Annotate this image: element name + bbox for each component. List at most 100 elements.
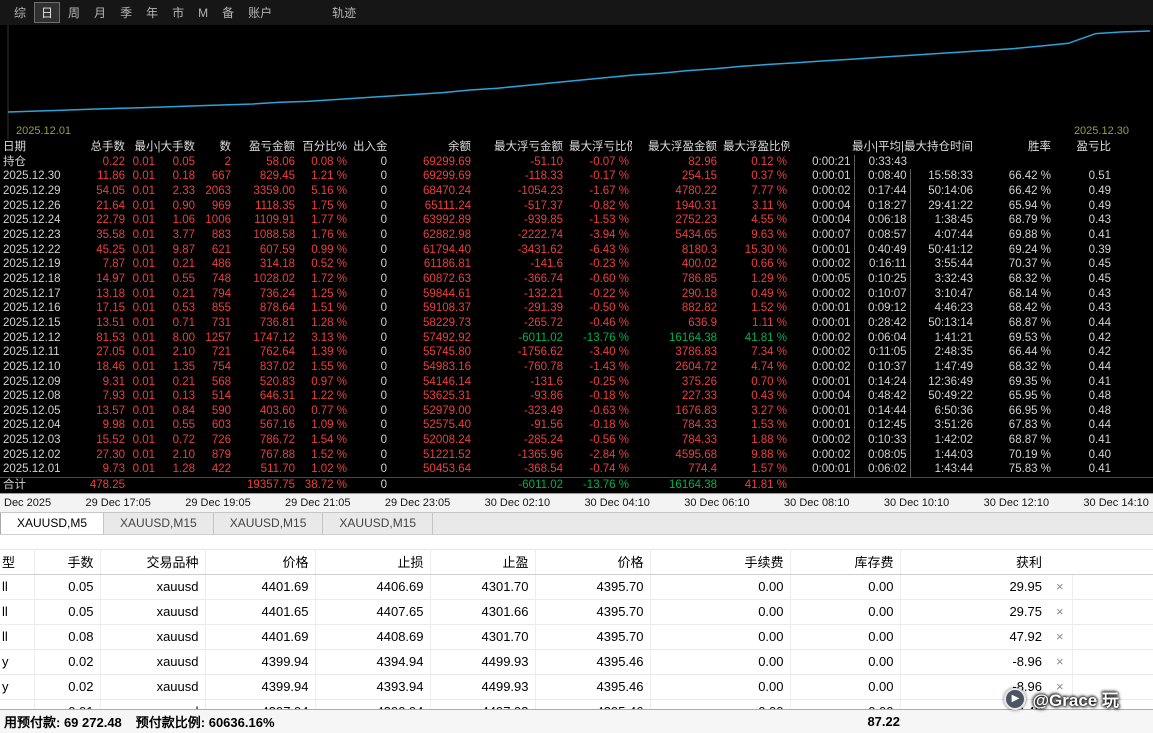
close-position-cell[interactable]: × <box>1048 624 1072 649</box>
toolbar-item-6[interactable]: 市 <box>166 3 190 22</box>
chart-tab-0[interactable]: XAUUSD,M5 <box>0 513 104 534</box>
stats-cell: 0:00:02 <box>790 448 854 463</box>
stats-cell: 0 <box>350 184 390 199</box>
stats-cell: 2025.12.09 <box>0 375 80 390</box>
stats-cell: 2 <box>198 155 234 170</box>
stats-cell: 0:00:05 <box>790 272 854 287</box>
stats-cell: 68.42 % <box>976 301 1054 316</box>
stats-cell: 0.52 % <box>298 257 350 272</box>
toolbar-item-7[interactable]: M <box>192 5 214 21</box>
daily-stats-panel: 日期总手数最小|大手数数盈亏金额百分比%出入金余额最大浮亏金额最大浮亏比例最大浮… <box>0 140 1153 493</box>
stats-cell: 829.45 <box>234 169 298 184</box>
stats-cell: 879 <box>198 448 234 463</box>
stats-cell: 69.88 % <box>976 228 1054 243</box>
stats-row-filler <box>1114 213 1153 228</box>
stats-cell: 1.51 % <box>298 301 350 316</box>
chart-tab-bar: XAUUSD,M5XAUUSD,M15XAUUSD,M15XAUUSD,M15 <box>0 513 1153 535</box>
chart-tab-3[interactable]: XAUUSD,M15 <box>323 513 433 534</box>
toolbar-item-2[interactable]: 周 <box>62 3 86 22</box>
stats-row-持仓: 持仓0.220.010.05258.060.08 %069299.69-51.1… <box>0 155 1153 170</box>
stats-cell <box>976 155 1054 170</box>
stats-cell <box>910 155 976 170</box>
stats-cell: 0:00:01 <box>790 169 854 184</box>
stats-cell: 41.81 % <box>720 478 790 493</box>
equity-chart[interactable]: 2025.12.01 2025.12.30 <box>0 25 1153 140</box>
toolbar-item-3[interactable]: 月 <box>88 3 112 22</box>
margin-used-text: 用预付款: 69 272.48 <box>4 712 122 731</box>
toolbar-item-10[interactable]: 轨迹 <box>326 3 362 22</box>
stats-cell: 54.05 <box>80 184 128 199</box>
chart-tab-2[interactable]: XAUUSD,M15 <box>214 513 324 534</box>
stats-cell <box>1054 478 1114 493</box>
stats-cell: 50:49:22 <box>910 389 976 404</box>
stats-cell: 667 <box>198 169 234 184</box>
stats-row-2025.12.08: 2025.12.087.930.010.13514646.311.22 %053… <box>0 389 1153 404</box>
close-position-cell[interactable]: × <box>1048 649 1072 674</box>
position-row-1[interactable]: ll0.05xauusd4401.654407.654301.664395.70… <box>0 599 1153 624</box>
toolbar-item-9[interactable]: 账户 <box>242 3 278 22</box>
stats-cell: 0.99 % <box>298 243 350 258</box>
toolbar-item-1[interactable]: 日 <box>34 2 60 23</box>
stats-row-2025.12.19: 2025.12.197.870.010.21486314.180.52 %061… <box>0 257 1153 272</box>
stats-cell: 0:06:02 <box>854 462 910 477</box>
close-position-icon[interactable]: × <box>1056 654 1064 669</box>
stats-cell: 0.01 <box>128 360 158 375</box>
stats-cell: 22.79 <box>80 213 128 228</box>
stats-cell: 1.57 % <box>720 462 790 477</box>
position-cell: 4395.46 <box>535 674 650 699</box>
stats-cell: 0.42 <box>1054 345 1114 360</box>
stats-cell: 0.08 % <box>298 155 350 170</box>
time-axis-label-6: 30 Dec 04:10 <box>584 497 649 509</box>
stats-cell: 762.64 <box>234 345 298 360</box>
stats-cell: 0 <box>350 389 390 404</box>
toolbar-item-8[interactable]: 备 <box>216 3 240 22</box>
stats-cell: 621 <box>198 243 234 258</box>
stats-row-filler <box>1114 433 1153 448</box>
stats-row-2025.12.09: 2025.12.099.310.010.21568520.830.97 %054… <box>0 375 1153 390</box>
position-cell: 0.00 <box>650 574 790 599</box>
stats-cell: 0:17:44 <box>854 184 910 199</box>
stats-cell: 2025.12.23 <box>0 228 80 243</box>
status-bar: 用预付款: 69 272.48 预付款比例: 60636.16% 87.22 <box>0 709 1153 733</box>
stats-cell: 0.43 <box>1054 213 1114 228</box>
toolbar-item-0[interactable]: 综 <box>8 3 32 22</box>
close-position-cell[interactable]: × <box>1048 599 1072 624</box>
close-position-icon[interactable]: × <box>1056 604 1064 619</box>
position-cell: 4395.70 <box>535 574 650 599</box>
stats-cell: 2025.12.30 <box>0 169 80 184</box>
stats-cell: 2025.12.24 <box>0 213 80 228</box>
daily-stats-table: 日期总手数最小|大手数数盈亏金额百分比%出入金余额最大浮亏金额最大浮亏比例最大浮… <box>0 140 1153 493</box>
stats-cell: 3:51:26 <box>910 418 976 433</box>
time-axis-label-7: 30 Dec 06:10 <box>684 497 749 509</box>
close-position-icon[interactable]: × <box>1056 579 1064 594</box>
chart-tab-1[interactable]: XAUUSD,M15 <box>104 513 214 534</box>
stats-cell: 0.53 <box>158 301 198 316</box>
stats-cell: 2063 <box>198 184 234 199</box>
stats-cell: 29:41:22 <box>910 199 976 214</box>
stats-cell: 1:41:21 <box>910 331 976 346</box>
stats-cell: -6011.02 <box>474 331 566 346</box>
positions-col-header-2: 交易品种 <box>100 549 205 574</box>
stats-cell: 0:00:01 <box>790 462 854 477</box>
stats-cell: 5.16 % <box>298 184 350 199</box>
close-position-icon[interactable]: × <box>1056 629 1064 644</box>
position-row-4[interactable]: y0.02xauusd4399.944393.944499.934395.460… <box>0 674 1153 699</box>
stats-cell: 0.37 % <box>720 169 790 184</box>
stats-cell: 0:00:02 <box>790 257 854 272</box>
stats-cell: 9.88 % <box>720 448 790 463</box>
close-position-cell[interactable]: × <box>1048 574 1072 599</box>
chart-start-date-label: 2025.12.01 <box>16 125 71 137</box>
position-row-3[interactable]: y0.02xauusd4399.944394.944499.934395.460… <box>0 649 1153 674</box>
toolbar-item-5[interactable]: 年 <box>140 3 164 22</box>
position-cell: 4499.93 <box>430 674 535 699</box>
position-row-2[interactable]: ll0.08xauusd4401.694408.694301.704395.70… <box>0 624 1153 649</box>
stats-cell: 0.48 <box>1054 389 1114 404</box>
stats-cell: 0 <box>350 404 390 419</box>
stats-col-header-5: 百分比% <box>298 140 350 155</box>
stats-cell: 1.76 % <box>298 228 350 243</box>
toolbar-item-4[interactable]: 季 <box>114 3 138 22</box>
stats-cell: 0 <box>350 345 390 360</box>
stats-cell: 0:00:04 <box>790 389 854 404</box>
position-row-0[interactable]: ll0.05xauusd4401.694406.694301.704395.70… <box>0 574 1153 599</box>
stats-cell: 68.87 % <box>976 433 1054 448</box>
